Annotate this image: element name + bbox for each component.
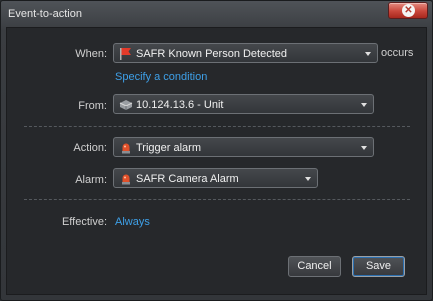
alarm-dropdown[interactable]: SAFR Camera Alarm (113, 168, 318, 188)
title-bar: Event-to-action ✕ (1, 1, 432, 23)
action-label: Action: (73, 142, 107, 154)
close-icon: ✕ (402, 4, 415, 17)
action-value: Trigger alarm (136, 142, 201, 154)
separator (24, 199, 410, 200)
save-button[interactable]: Save (352, 256, 405, 277)
chevron-down-icon (361, 103, 367, 107)
from-dropdown[interactable]: 10.124.13.6 - Unit (113, 94, 374, 114)
chevron-down-icon (361, 146, 367, 150)
alarm-light-icon (122, 174, 130, 185)
dialog-body: When: SAFR Known Person Detected occurs … (6, 27, 427, 295)
cancel-button[interactable]: Cancel (288, 256, 341, 277)
specify-condition-link[interactable]: Specify a condition (115, 71, 207, 83)
unit-device-icon (119, 100, 133, 110)
from-label: From: (78, 100, 107, 112)
chevron-down-icon (305, 177, 311, 181)
event-to-action-dialog: Event-to-action ✕ When: SAFR Known Perso… (0, 0, 433, 301)
chevron-down-icon (365, 52, 371, 56)
occurs-text: occurs (381, 47, 414, 59)
when-label: When: (75, 48, 107, 60)
from-value: 10.124.13.6 - Unit (136, 99, 224, 111)
red-flag-icon (120, 48, 131, 60)
effective-label: Effective: (61, 216, 107, 228)
window-title: Event-to-action (8, 8, 82, 20)
when-dropdown[interactable]: SAFR Known Person Detected (113, 43, 378, 63)
alarm-value: SAFR Camera Alarm (136, 173, 239, 185)
close-button[interactable]: ✕ (388, 2, 428, 19)
alarm-light-icon (122, 143, 130, 154)
separator (24, 126, 410, 127)
effective-always-link[interactable]: Always (115, 216, 150, 228)
alarm-label: Alarm: (75, 174, 107, 186)
when-value: SAFR Known Person Detected (136, 48, 288, 60)
action-dropdown[interactable]: Trigger alarm (113, 137, 374, 157)
